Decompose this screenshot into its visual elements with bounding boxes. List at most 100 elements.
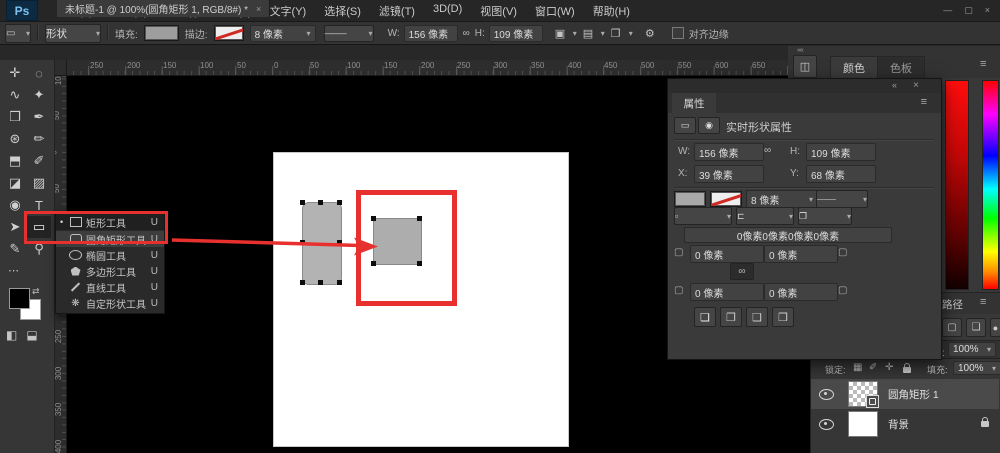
exclude-shapes-button[interactable]: ❒ [772, 307, 794, 327]
corner-radius-tl-input[interactable]: 0 像素 [690, 245, 764, 263]
anchor-point[interactable] [371, 261, 376, 266]
collapsed-panel-icon[interactable]: ◫ [793, 55, 817, 78]
flyout-item-polygon[interactable]: 多边形工具 U [56, 263, 164, 279]
flyout-item-ellipse[interactable]: 椭圆工具 U [56, 247, 164, 263]
path-operations-button[interactable]: ▣▾ [555, 25, 577, 42]
stroke-type-select[interactable]: ——— ▾ [324, 25, 374, 42]
tab-paths-panel[interactable]: 路径 [942, 297, 963, 312]
magic-wand-tool[interactable]: ✦ [27, 84, 51, 106]
layer-row-background[interactable]: 背景 [811, 409, 999, 439]
flyout-item-custom-shape[interactable]: ❋ 自定形状工具 U [56, 295, 164, 311]
pin-icon[interactable]: ● [990, 318, 1000, 337]
quick-mask-icon[interactable]: ◧ [6, 328, 17, 342]
mask-properties-icon[interactable]: ◉ [698, 117, 720, 134]
anchor-point[interactable] [337, 280, 342, 285]
color-spectrum-bar[interactable] [982, 80, 999, 290]
anchor-point[interactable] [371, 216, 376, 221]
anchor-point[interactable] [300, 240, 305, 245]
stroke-swatch[interactable] [214, 25, 244, 41]
flyout-item-line[interactable]: 直线工具 U [56, 279, 164, 295]
tab-swatches-panel[interactable]: 色板 [877, 56, 925, 79]
layer-row-rounded-rectangle[interactable]: 圆角矩形 1 [811, 379, 999, 409]
menu-3d[interactable]: 3D(D) [424, 3, 471, 19]
shape-width-input[interactable]: 156 像素 [404, 25, 458, 42]
rounded-rectangle-shape[interactable] [302, 202, 342, 285]
foreground-color-swatch[interactable] [9, 288, 30, 309]
close-button[interactable]: × [985, 5, 990, 16]
panel-menu-icon[interactable]: ≡ [980, 296, 986, 308]
anchor-point[interactable] [300, 200, 305, 205]
visibility-eye-icon[interactable] [819, 389, 834, 400]
close-tab-icon[interactable]: × [256, 4, 261, 14]
shape-height-input[interactable]: 109 像素 [806, 143, 876, 161]
shape-x-input[interactable]: 39 像素 [694, 165, 764, 183]
brush-tool[interactable]: ✐ [27, 150, 51, 172]
link-dimensions-icon[interactable]: ∞ [463, 28, 470, 39]
screen-mode-icon[interactable]: ⬓ [26, 328, 37, 342]
layer-name[interactable]: 背景 [888, 417, 909, 432]
crop-tool[interactable]: ❒ [3, 106, 27, 128]
anchor-point[interactable] [417, 261, 422, 266]
anchor-point[interactable] [300, 280, 305, 285]
panel-title-bar[interactable]: « × [668, 79, 941, 93]
color-ramp-red[interactable] [945, 80, 969, 290]
minimize-button[interactable]: — [943, 5, 952, 16]
close-panel-icon[interactable]: × [913, 80, 919, 91]
layer-thumbnail[interactable] [848, 381, 878, 407]
eyedropper-tool[interactable]: ✒ [27, 106, 51, 128]
tab-properties[interactable]: 属性 [672, 93, 716, 113]
subtract-shape-button[interactable]: ❐ [720, 307, 742, 327]
collapse-panel-icon[interactable]: « [892, 80, 897, 90]
link-corner-radii-button[interactable]: ∞ [730, 263, 754, 280]
swap-colors-icon[interactable]: ⇄ [32, 286, 40, 297]
stroke-width-input[interactable]: 8 像素 ▾ [250, 25, 316, 42]
more-tools-icon[interactable]: ⋯ [8, 264, 19, 277]
layer-name[interactable]: 圆角矩形 1 [888, 387, 939, 402]
document-tab[interactable]: 未标题-1 @ 100%(圆角矩形 1, RGB/8#) * × [57, 0, 270, 17]
lasso-tool[interactable]: ∿ [3, 84, 27, 106]
tool-mode-select[interactable]: 形状 ▾ [45, 24, 101, 43]
visibility-eye-icon[interactable] [819, 419, 834, 430]
path-alignment-button[interactable]: ▤▾ [583, 25, 605, 42]
link-dimensions-icon[interactable]: ∞ [764, 145, 771, 156]
combine-shapes-button[interactable]: ❏ [694, 307, 716, 327]
shape-height-input[interactable]: 109 像素 [489, 25, 543, 42]
lock-transparent-icon[interactable]: ▦ [853, 362, 862, 373]
lock-all-icon[interactable] [903, 367, 911, 373]
gradient-tool[interactable]: ▨ [27, 172, 51, 194]
fill-swatch[interactable] [674, 191, 706, 207]
lock-paint-icon[interactable]: ✐ [869, 362, 877, 373]
tool-preset-picker[interactable]: ▭ ▾ [5, 24, 31, 43]
menu-window[interactable]: 窗口(W) [526, 3, 584, 19]
path-arrangement-button[interactable]: ❐▾ [611, 25, 633, 42]
corner-radius-bl-input[interactable]: 0 像素 [690, 283, 764, 301]
menu-view[interactable]: 视图(V) [471, 3, 526, 19]
anchor-point[interactable] [417, 216, 422, 221]
transform-frame-icon[interactable]: ▢ [942, 318, 962, 337]
shape-properties-icon[interactable]: ▭ [674, 117, 696, 134]
menu-select[interactable]: 选择(S) [315, 3, 370, 19]
stroke-swatch[interactable] [710, 191, 742, 207]
anchor-point[interactable] [318, 280, 323, 285]
corner-radius-all-input[interactable]: 0像素0像素0像素0像素 [684, 227, 892, 243]
stroke-corner-select[interactable]: ❐ ▾ [798, 207, 852, 225]
opacity-input[interactable]: 100% ▾ [948, 342, 996, 357]
layer-fill-input[interactable]: 100% ▾ [953, 361, 1000, 375]
intersect-shapes-button[interactable]: ❑ [746, 307, 768, 327]
panel-menu-icon[interactable]: ≡ [921, 96, 927, 108]
anchor-point[interactable] [337, 200, 342, 205]
collapse-dock-icon[interactable]: «« [797, 47, 803, 54]
align-edges-checkbox[interactable] [672, 27, 684, 39]
lock-move-icon[interactable]: ✛ [885, 362, 893, 373]
panel-menu-icon[interactable]: ≡ [980, 58, 986, 70]
stroke-type-select[interactable]: ——— ▾ [816, 190, 868, 208]
layer-thumbnail[interactable] [848, 411, 878, 437]
stroke-width-input[interactable]: 8 像素 ▾ [746, 190, 818, 208]
menu-help[interactable]: 帮助(H) [584, 3, 639, 19]
geometry-settings-button[interactable]: ⚙ [639, 25, 661, 42]
tab-color-panel[interactable]: 颜色 [830, 56, 878, 79]
corner-radius-tr-input[interactable]: 0 像素 [764, 245, 838, 263]
shape-width-input[interactable]: 156 像素 [694, 143, 764, 161]
pencil-tool[interactable]: ✏ [27, 128, 51, 150]
marquee-tool[interactable]: ◌ [27, 62, 51, 84]
